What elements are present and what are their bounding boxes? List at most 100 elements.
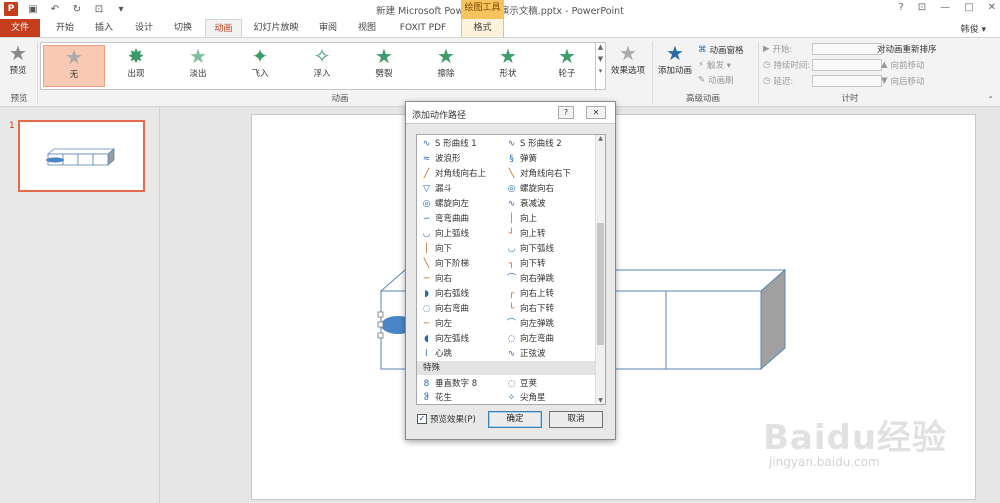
tab-animations[interactable]: 动画 xyxy=(205,19,242,37)
dialog-help-button[interactable]: ? xyxy=(558,106,574,119)
close-button[interactable]: ✕ xyxy=(988,2,996,13)
move-later-button[interactable]: ▼ 向后移动 xyxy=(881,75,925,87)
effect-fade[interactable]: ★ 淡出 xyxy=(167,45,229,87)
scrollbar-thumb[interactable] xyxy=(597,223,604,345)
ribbon-display-options-button[interactable]: ⊡ xyxy=(918,2,926,13)
list-item[interactable]: ✧ 尖角星 xyxy=(506,391,546,404)
maximize-button[interactable]: □ xyxy=(964,2,973,13)
dialog-close-button[interactable]: ✕ xyxy=(586,106,606,119)
item-label: 向下 xyxy=(435,244,453,254)
list-item[interactable]: ╱ 对角线向右上 xyxy=(421,167,486,182)
box-cell[interactable] xyxy=(665,290,762,370)
selection-handle[interactable] xyxy=(377,321,384,328)
tab-review[interactable]: 审阅 xyxy=(313,19,343,37)
list-item[interactable]: ◎ 螺旋向右 xyxy=(506,182,554,197)
list-item[interactable]: ◎ 螺旋向左 xyxy=(421,197,469,212)
tab-file[interactable]: 文件 xyxy=(0,19,40,37)
scroll-up-icon[interactable]: ▲ xyxy=(596,135,605,142)
tab-view[interactable]: 视图 xyxy=(352,19,382,37)
list-item[interactable]: 8 垂直数字 8 xyxy=(421,377,478,392)
list-item[interactable]: ∿ S 形曲线 1 xyxy=(421,137,477,152)
effect-appear[interactable]: ✸ 出现 xyxy=(105,45,167,87)
divider xyxy=(37,42,38,104)
list-item[interactable]: ─ 向右 xyxy=(421,272,452,287)
tab-transitions[interactable]: 切换 xyxy=(168,19,198,37)
animation-painter-button[interactable]: ✎ 动画刷 xyxy=(698,74,734,86)
list-item[interactable]: ◗ 向右弧线 xyxy=(421,287,469,302)
trigger-button[interactable]: ⚡ 触发 ▾ xyxy=(698,59,731,71)
effect-options-button[interactable]: ★ 效果选项 xyxy=(608,42,648,76)
tab-format[interactable]: 格式 xyxy=(461,19,504,37)
gallery-more-icon[interactable]: ▾ xyxy=(596,67,605,75)
scroll-down-icon[interactable]: ▼ xyxy=(596,397,605,404)
list-item[interactable]: ─ 向左 xyxy=(421,317,452,332)
tab-insert[interactable]: 插入 xyxy=(89,19,119,37)
list-scrollbar[interactable]: ▲ ▼ xyxy=(595,135,605,404)
gallery-scrollbar[interactable]: ▲ ▼ ▾ xyxy=(595,43,605,91)
effect-shape[interactable]: ★ 形状 xyxy=(477,45,539,87)
effect-split[interactable]: ★ 劈裂 xyxy=(353,45,415,87)
animation-pane-button[interactable]: ⌘ 动画窗格 xyxy=(698,44,744,56)
list-item[interactable]: ≈ 波浪形 xyxy=(421,152,461,167)
peanut-icon: ჵ xyxy=(424,393,429,403)
list-item[interactable]: ┐ 向下转 xyxy=(506,257,546,272)
list-item[interactable]: ◌ 豆荚 xyxy=(506,377,537,392)
item-label: 向下转 xyxy=(520,259,546,269)
effect-none[interactable]: ★ 无 xyxy=(43,45,105,87)
tab-design[interactable]: 设计 xyxy=(129,19,159,37)
effect-float-in[interactable]: ✧ 浮入 xyxy=(291,45,353,87)
list-item[interactable]: ⌇ 心跳 xyxy=(421,347,452,362)
list-item[interactable]: ╲ 向下阶梯 xyxy=(421,257,469,272)
tab-slideshow[interactable]: 幻灯片放映 xyxy=(250,19,302,37)
list-item[interactable]: ┌ 向右上转 xyxy=(506,287,554,302)
tab-home[interactable]: 开始 xyxy=(50,19,80,37)
collapse-ribbon-icon[interactable]: ⌃ xyxy=(987,95,994,104)
list-item[interactable]: │ 向下 xyxy=(421,242,452,257)
effect-wheel[interactable]: ★ 轮子 xyxy=(536,45,598,87)
duration-input[interactable] xyxy=(812,59,883,71)
list-item[interactable]: └ 向右下转 xyxy=(506,302,554,317)
list-item[interactable]: ◌ 向右弯曲 xyxy=(421,302,469,317)
help-button[interactable]: ? xyxy=(898,2,903,13)
list-item[interactable]: ∽ 弯弯曲曲 xyxy=(421,212,469,227)
start-select[interactable] xyxy=(811,43,882,55)
delay-input[interactable] xyxy=(812,75,883,87)
checkbox-checked-icon[interactable]: ✓ xyxy=(417,414,427,424)
list-item[interactable]: ⌒ 向左弹跳 xyxy=(506,317,554,332)
slide-thumbnail[interactable] xyxy=(18,120,145,192)
list-item[interactable]: ◡ 向上弧线 xyxy=(421,227,469,242)
list-item[interactable]: ▽ 漏斗 xyxy=(421,182,452,197)
list-item[interactable]: ∿ 正弦波 xyxy=(506,347,546,362)
star-icon: ★ xyxy=(375,44,393,68)
preview-effect-checkbox[interactable]: ✓ 预览效果(P) xyxy=(417,413,476,425)
preview-effect-label: 预览效果(P) xyxy=(430,415,476,425)
item-label: 螺旋向左 xyxy=(435,199,470,209)
list-item[interactable]: ∿ S 形曲线 2 xyxy=(506,137,562,152)
tab-foxit-pdf[interactable]: FOXIT PDF xyxy=(392,19,454,37)
list-item[interactable]: ◖ 向左弧线 xyxy=(421,332,469,347)
list-item[interactable]: │ 向上 xyxy=(506,212,537,227)
list-item[interactable]: § 弹簧 xyxy=(506,152,537,167)
list-item[interactable]: ჵ 花生 xyxy=(421,391,452,404)
user-account[interactable]: 韩俊 ▾ xyxy=(961,22,986,35)
curvy-right-icon: ◌ xyxy=(422,304,431,314)
effect-wipe[interactable]: ★ 擦除 xyxy=(415,45,477,87)
scroll-down-icon[interactable]: ▼ xyxy=(596,55,605,63)
minimize-button[interactable]: — xyxy=(940,2,950,13)
list-item[interactable]: ╲ 对角线向右下 xyxy=(506,167,571,182)
list-item[interactable]: ┘ 向上转 xyxy=(506,227,546,242)
add-animation-button[interactable]: ★ 添加动画 xyxy=(655,42,695,76)
list-item[interactable]: ◌ 向左弯曲 xyxy=(506,332,554,347)
list-item[interactable]: ◡ 向下弧线 xyxy=(506,242,554,257)
ok-button[interactable]: 确定 xyxy=(488,411,542,428)
selection-handle[interactable] xyxy=(377,332,384,339)
effect-fly-in[interactable]: ✦ 飞入 xyxy=(229,45,291,87)
scroll-up-icon[interactable]: ▲ xyxy=(596,43,605,51)
list-item[interactable]: ∿ 衰减波 xyxy=(506,197,546,212)
cancel-button[interactable]: 取消 xyxy=(549,411,603,428)
list-item[interactable]: ⌒ 向右弹跳 xyxy=(506,272,554,287)
selection-handle[interactable] xyxy=(377,311,384,318)
move-earlier-button[interactable]: ▲ 向前移动 xyxy=(881,59,925,71)
item-label: 衰减波 xyxy=(520,199,546,209)
preview-button[interactable]: ★ 预览 xyxy=(4,42,32,76)
